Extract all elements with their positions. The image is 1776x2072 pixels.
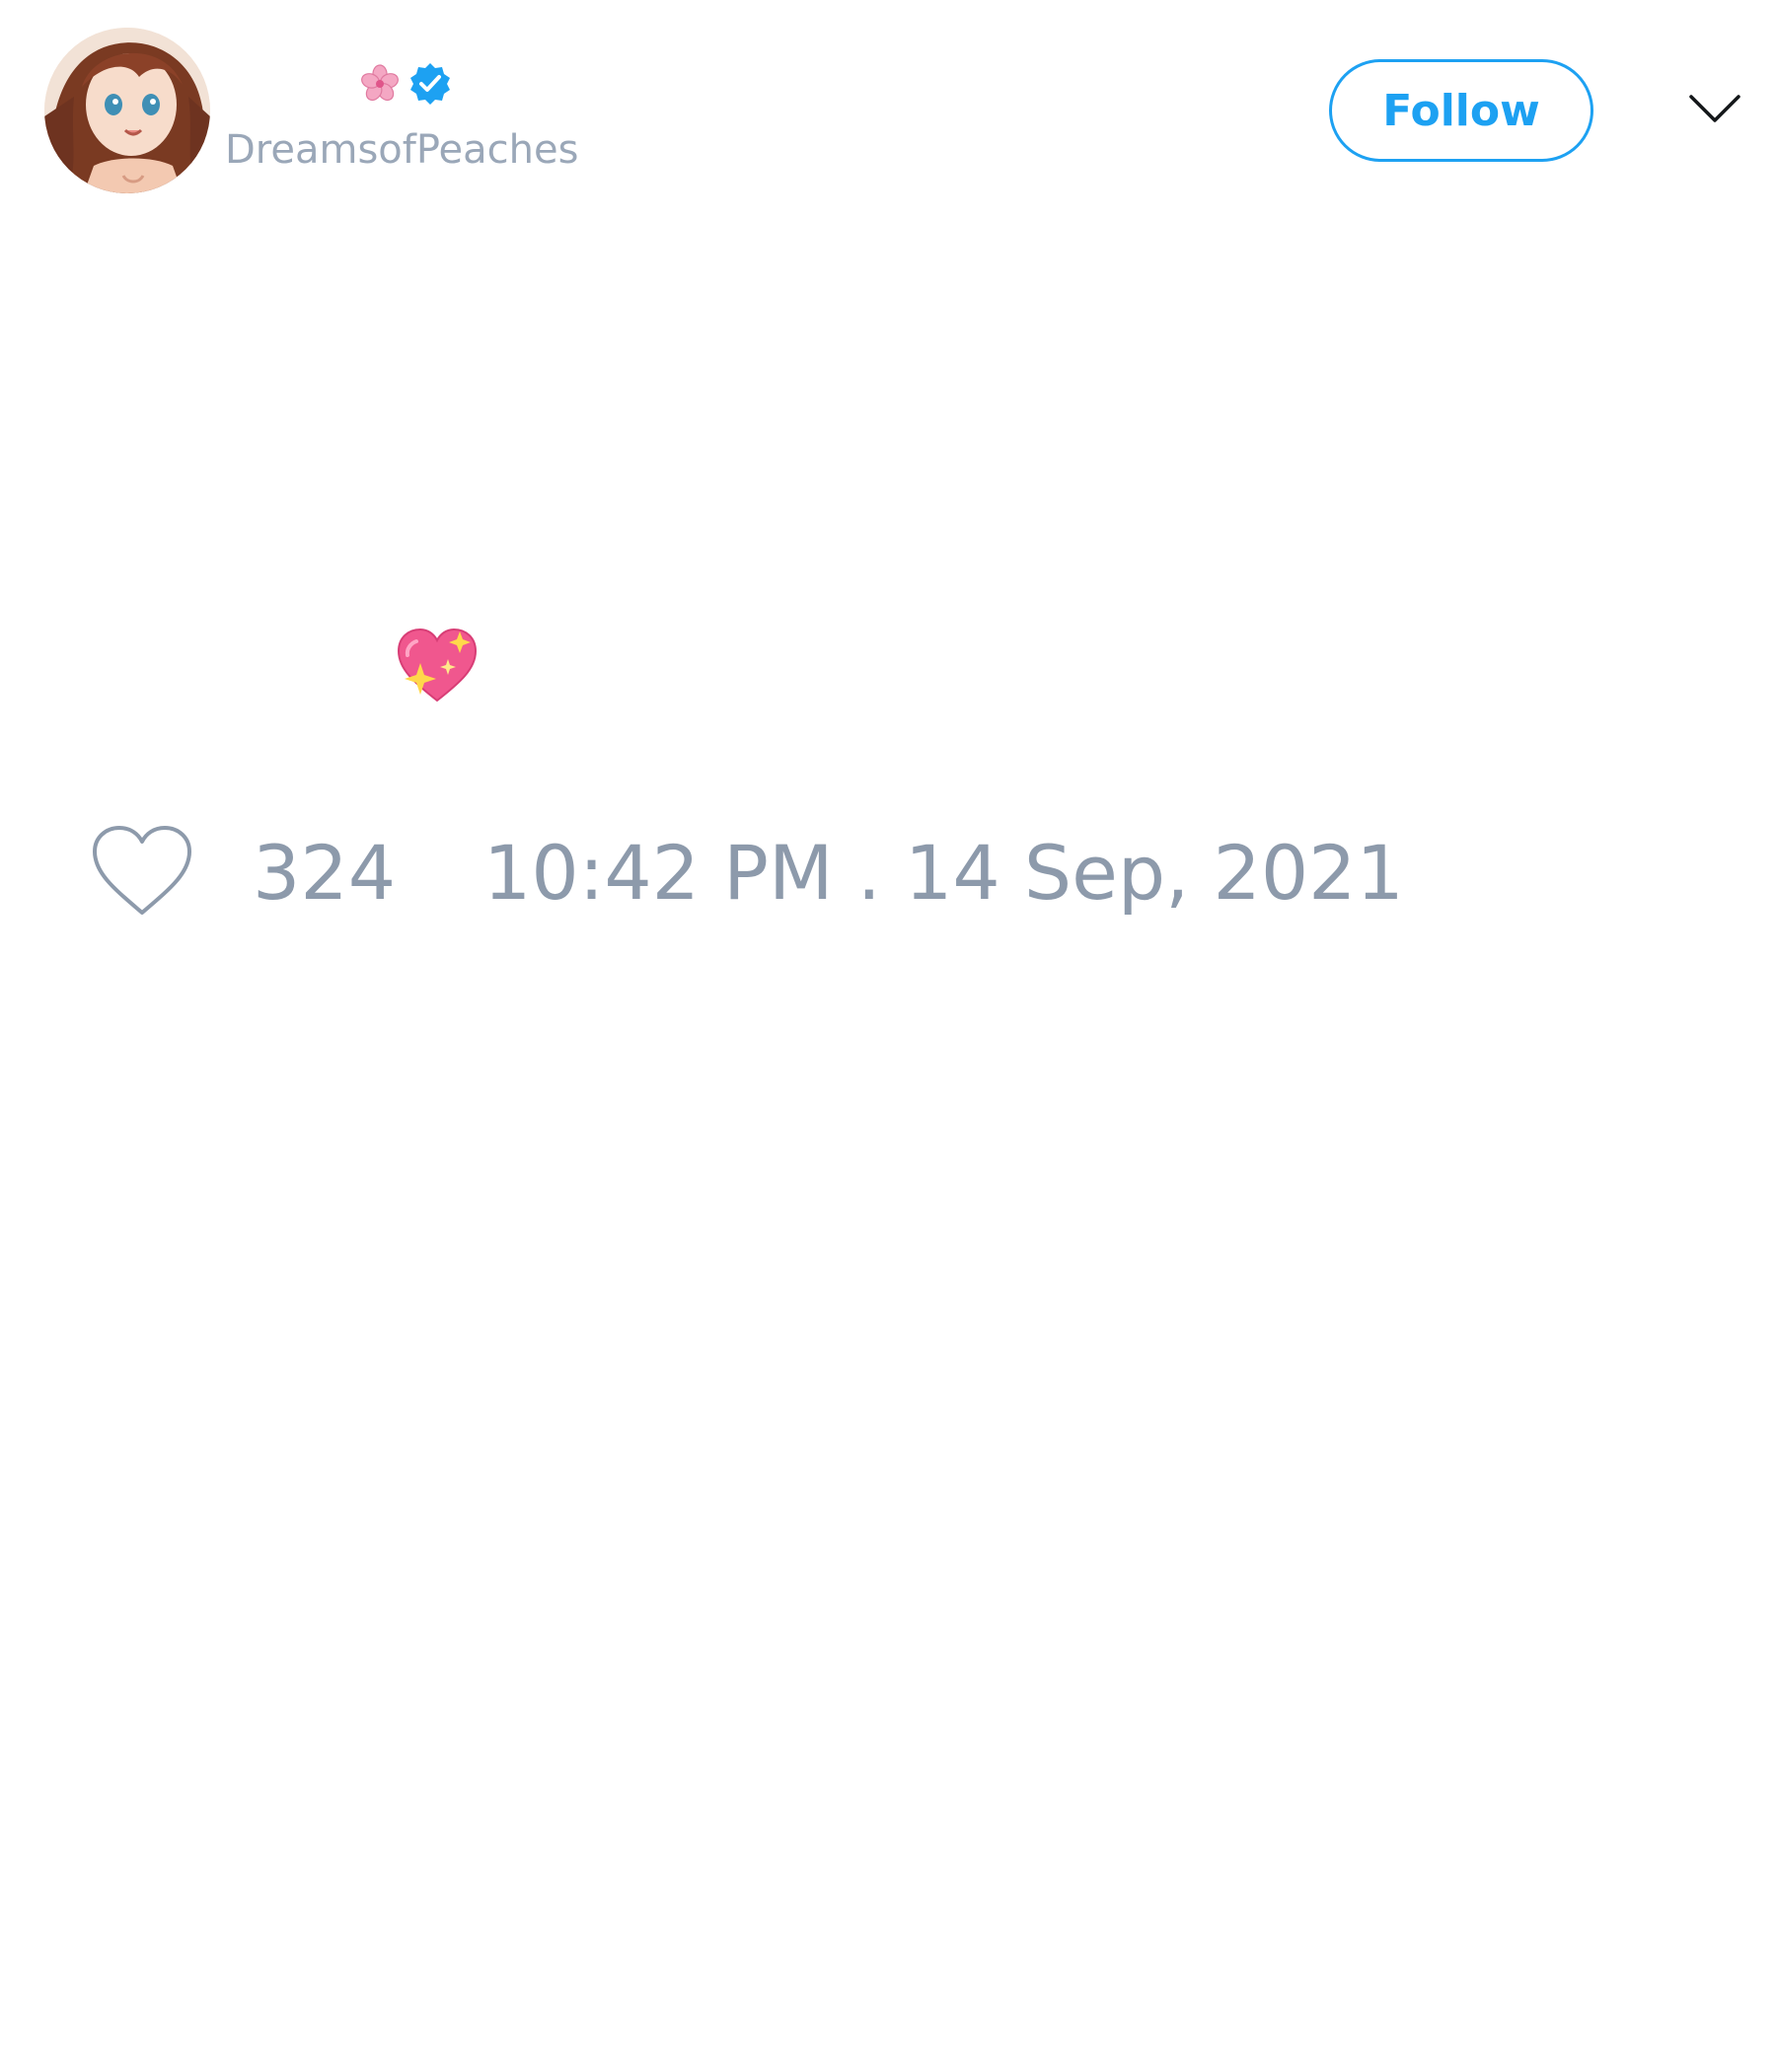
avatar-image bbox=[44, 28, 210, 193]
avatar[interactable] bbox=[44, 28, 210, 193]
sparkling-heart-icon bbox=[397, 628, 478, 703]
like-count: 324 bbox=[253, 829, 397, 917]
follow-button[interactable]: Follow bbox=[1329, 59, 1593, 162]
cherry-blossom-icon bbox=[361, 64, 399, 102]
tweet-timestamp[interactable]: 10:42 PM . 14 Sep, 2021 bbox=[483, 829, 1404, 918]
verified-badge-icon bbox=[410, 63, 450, 105]
tweet-card: DreamsofPeaches Follow 324 10:42 PM . 14… bbox=[0, 0, 1776, 2072]
chevron-down-icon[interactable] bbox=[1687, 89, 1742, 128]
author-handle[interactable]: DreamsofPeaches bbox=[225, 126, 578, 174]
author-name-row[interactable] bbox=[224, 59, 453, 109]
heart-outline-icon[interactable] bbox=[89, 824, 195, 919]
